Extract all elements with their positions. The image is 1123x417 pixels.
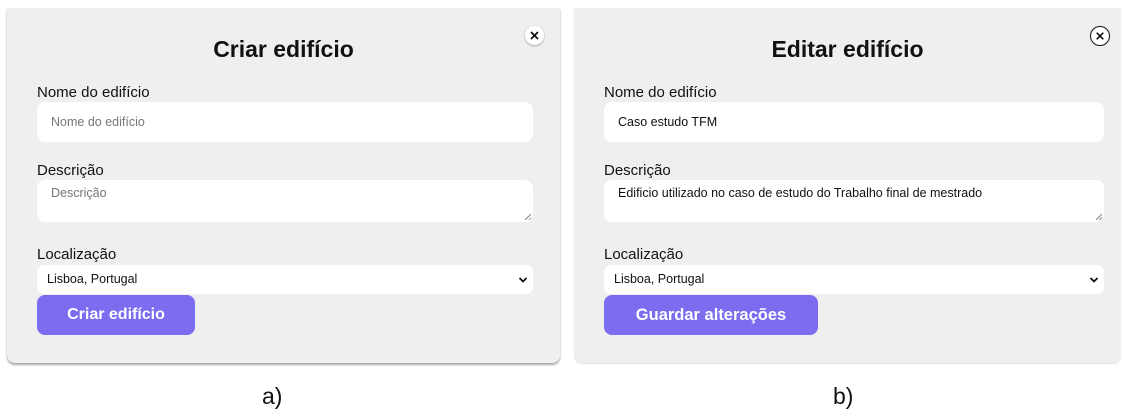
location-select[interactable]: Lisboa, Portugal <box>604 265 1104 294</box>
close-button[interactable] <box>525 26 544 45</box>
create-building-button[interactable]: Criar edifício <box>37 295 195 335</box>
save-changes-button[interactable]: Guardar alterações <box>604 295 818 335</box>
building-name-placeholder: Nome do edifício <box>51 115 145 129</box>
description-placeholder: Descrição <box>51 186 107 200</box>
resize-handle[interactable] <box>1096 214 1102 220</box>
location-select[interactable]: Lisboa, Portugal <box>37 265 533 294</box>
close-icon <box>529 30 540 41</box>
dialog-title: Criar edifício <box>213 36 354 62</box>
resize-handle[interactable] <box>525 214 531 220</box>
description-textarea[interactable]: Descrição <box>37 180 533 222</box>
building-name-input[interactable]: Nome do edifício <box>37 102 533 142</box>
dialog-title: Editar edifício <box>771 36 924 62</box>
building-name-label: Nome do edifício <box>37 84 150 101</box>
location-selected-value: Lisboa, Portugal <box>47 272 138 286</box>
building-name-value: Caso estudo TFM <box>618 115 718 129</box>
close-icon <box>1095 31 1105 41</box>
figure-caption-a: a) <box>262 383 283 409</box>
description-textarea[interactable]: Edificio utilizado no caso de estudo do … <box>604 180 1104 222</box>
figure-caption-b: b) <box>833 383 854 409</box>
description-value: Edificio utilizado no caso de estudo do … <box>618 186 983 200</box>
location-selected-value: Lisboa, Portugal <box>614 272 705 286</box>
location-label: Localização <box>37 246 117 263</box>
description-label: Descrição <box>604 162 671 179</box>
create-building-dialog: Criar edifício Nome do edifício Nome do … <box>7 8 560 363</box>
description-label: Descrição <box>37 162 104 179</box>
chevron-down-icon <box>1089 265 1099 294</box>
location-label: Localização <box>604 246 684 263</box>
building-name-input[interactable]: Caso estudo TFM <box>604 102 1104 142</box>
edit-building-dialog: Editar edifício Nome do edifício Caso es… <box>574 8 1121 363</box>
close-button[interactable] <box>1090 26 1110 46</box>
chevron-down-icon <box>518 265 528 294</box>
building-name-label: Nome do edifício <box>604 84 717 101</box>
